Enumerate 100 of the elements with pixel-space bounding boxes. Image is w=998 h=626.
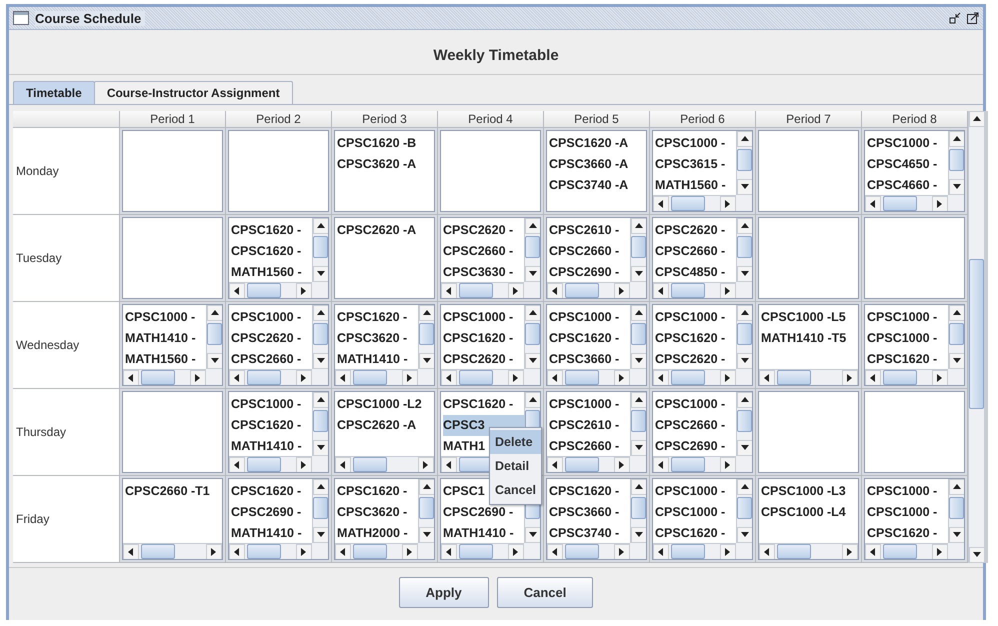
- scrollbar-thumb[interactable]: [671, 457, 705, 472]
- course-item[interactable]: CPSC1620 -A: [549, 133, 646, 154]
- table-cell[interactable]: CPSC1620 - CPSC2690 - MATH1410 -: [228, 478, 329, 560]
- scroll-left-button[interactable]: [759, 370, 775, 385]
- scrollbar-thumb[interactable]: [631, 497, 646, 519]
- scroll-right-button[interactable]: [720, 544, 736, 559]
- scrollbar-thumb[interactable]: [777, 544, 811, 559]
- scroll-down-button[interactable]: [949, 179, 964, 195]
- scroll-down-button[interactable]: [949, 527, 964, 543]
- course-item[interactable]: CPSC1000 -: [655, 133, 736, 154]
- table-cell[interactable]: CPSC2660 -T1: [122, 478, 223, 560]
- vertical-scrollbar[interactable]: [524, 218, 540, 282]
- scrollbar-thumb[interactable]: [565, 283, 599, 298]
- course-item[interactable]: CPSC1620 -: [231, 481, 312, 502]
- course-item[interactable]: CPSC1620 -: [655, 523, 736, 543]
- scroll-left-button[interactable]: [547, 283, 563, 298]
- vertical-scrollbar[interactable]: [418, 479, 434, 543]
- scroll-left-button[interactable]: [865, 196, 881, 211]
- scroll-down-button[interactable]: [737, 266, 752, 282]
- course-item[interactable]: CPSC1620 -: [549, 328, 630, 349]
- scrollbar-thumb[interactable]: [737, 497, 752, 519]
- scroll-right-button[interactable]: [190, 370, 206, 385]
- scroll-left-button[interactable]: [441, 370, 457, 385]
- vertical-scrollbar[interactable]: [948, 479, 964, 543]
- horizontal-scrollbar[interactable]: [547, 456, 630, 472]
- horizontal-scrollbar[interactable]: [547, 282, 630, 298]
- course-item[interactable]: CPSC1000 -L5: [761, 307, 858, 328]
- course-item[interactable]: CPSC2620 -: [655, 220, 736, 241]
- course-item[interactable]: CPSC1000 -L2: [337, 394, 434, 415]
- course-item[interactable]: CPSC3620 -: [337, 328, 418, 349]
- scroll-down-button[interactable]: [313, 440, 328, 456]
- table-cell[interactable]: CPSC1000 - CPSC3615 - MATH1560 -: [652, 130, 753, 212]
- scroll-up-button[interactable]: [525, 392, 540, 408]
- vertical-scrollbar[interactable]: [736, 131, 752, 195]
- scroll-right-button[interactable]: [720, 370, 736, 385]
- scroll-down-button[interactable]: [631, 527, 646, 543]
- scrollbar-thumb[interactable]: [419, 497, 434, 519]
- tab[interactable]: Timetable: [13, 81, 95, 104]
- horizontal-scrollbar[interactable]: [653, 282, 736, 298]
- scroll-right-button[interactable]: [842, 370, 858, 385]
- scroll-right-button[interactable]: [402, 370, 418, 385]
- vertical-scrollbar[interactable]: [736, 479, 752, 543]
- scrollbar-thumb[interactable]: [565, 544, 599, 559]
- table-cell[interactable]: [758, 130, 859, 212]
- course-item[interactable]: CPSC1620 -: [655, 328, 736, 349]
- course-item[interactable]: CPSC2620 -: [655, 349, 736, 369]
- course-item[interactable]: CPSC3630 -: [443, 262, 524, 282]
- course-item[interactable]: CPSC1000 -: [867, 307, 948, 328]
- course-item[interactable]: MATH1410 -: [337, 349, 418, 369]
- scroll-right-button[interactable]: [418, 457, 434, 472]
- scroll-left-button[interactable]: [123, 370, 139, 385]
- course-item[interactable]: CPSC1000 -: [655, 481, 736, 502]
- scrollbar-thumb[interactable]: [883, 196, 917, 211]
- vertical-scrollbar[interactable]: [312, 218, 328, 282]
- scroll-right-button[interactable]: [296, 283, 312, 298]
- horizontal-scrollbar[interactable]: [865, 543, 948, 559]
- scroll-left-button[interactable]: [653, 196, 669, 211]
- table-cell[interactable]: CPSC1000 - MATH1410 - MATH1560 -: [122, 304, 223, 386]
- table-cell[interactable]: CPSC1000 -L2 CPSC2620 -A: [334, 391, 435, 473]
- scroll-down-button[interactable]: [737, 527, 752, 543]
- course-item[interactable]: CPSC3620 -A: [337, 154, 434, 175]
- scrollbar-thumb[interactable]: [671, 544, 705, 559]
- course-item[interactable]: CPSC2660 -: [655, 415, 736, 436]
- table-cell[interactable]: CPSC2620 -A: [334, 217, 435, 299]
- course-item[interactable]: CPSC1620 -: [443, 328, 524, 349]
- scroll-up-button[interactable]: [525, 305, 540, 321]
- scroll-right-button[interactable]: [932, 370, 948, 385]
- horizontal-scrollbar[interactable]: [229, 282, 312, 298]
- scrollbar-thumb[interactable]: [671, 283, 705, 298]
- course-item[interactable]: MATH1560 -: [125, 349, 206, 369]
- horizontal-scrollbar[interactable]: [123, 369, 206, 385]
- course-item[interactable]: CPSC1000 -L3: [761, 481, 858, 502]
- tab[interactable]: Course-Instructor Assignment: [94, 81, 293, 104]
- horizontal-scrollbar[interactable]: [441, 369, 524, 385]
- scroll-up-button[interactable]: [737, 392, 752, 408]
- horizontal-scrollbar[interactable]: [335, 543, 418, 559]
- scroll-right-button[interactable]: [402, 544, 418, 559]
- scroll-down-button[interactable]: [525, 353, 540, 369]
- vertical-scrollbar[interactable]: [206, 305, 222, 369]
- horizontal-scrollbar[interactable]: [547, 369, 630, 385]
- course-item[interactable]: CPSC1000 -: [655, 502, 736, 523]
- scroll-down-button[interactable]: [313, 527, 328, 543]
- scrollbar-thumb[interactable]: [313, 497, 328, 519]
- scroll-down-button[interactable]: [631, 440, 646, 456]
- scroll-left-button[interactable]: [653, 457, 669, 472]
- scroll-right-button[interactable]: [206, 544, 222, 559]
- course-item[interactable]: CPSC2620 -: [443, 220, 524, 241]
- vertical-scrollbar[interactable]: [948, 131, 964, 195]
- scroll-up-button[interactable]: [631, 392, 646, 408]
- table-cell[interactable]: CPSC1000 - CPSC1000 - CPSC1620 -: [864, 478, 965, 560]
- horizontal-scrollbar[interactable]: [229, 456, 312, 472]
- scrollbar-thumb[interactable]: [737, 149, 752, 171]
- course-item[interactable]: MATH1560 -: [655, 175, 736, 195]
- table-cell[interactable]: CPSC1000 -L5 MATH1410 -T5: [758, 304, 859, 386]
- course-item[interactable]: CPSC3740 -A: [549, 175, 646, 196]
- dialog-button[interactable]: Apply: [398, 577, 489, 608]
- scrollbar-thumb[interactable]: [313, 323, 328, 345]
- scrollbar-thumb[interactable]: [737, 323, 752, 345]
- course-item[interactable]: CPSC1000 -: [655, 394, 736, 415]
- scroll-up-button[interactable]: [949, 479, 964, 495]
